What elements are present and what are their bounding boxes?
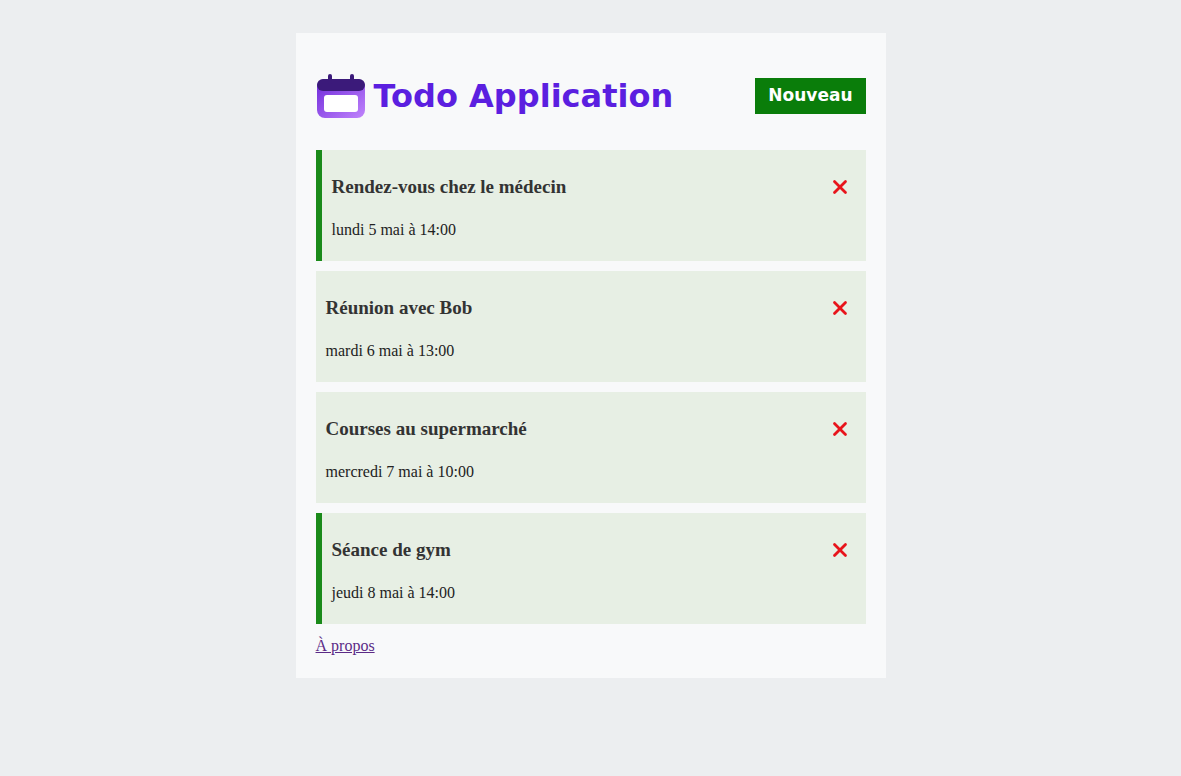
header: Todo Application Nouveau (316, 73, 866, 119)
delete-button[interactable] (828, 175, 852, 199)
delete-x-icon (829, 539, 851, 561)
delete-button[interactable] (828, 417, 852, 441)
todo-item[interactable]: Séance de gym jeudi 8 mai à 14:00 (316, 513, 866, 624)
app-title: Todo Application (374, 76, 674, 116)
delete-x-icon (829, 297, 851, 319)
delete-button[interactable] (828, 538, 852, 562)
delete-x-icon (829, 418, 851, 440)
todo-title: Rendez-vous chez le médecin (332, 172, 567, 202)
delete-x-icon (829, 176, 851, 198)
todo-card: Todo Application Nouveau Rendez-vous chez … (296, 33, 886, 678)
calendar-logo-icon (316, 73, 366, 119)
todo-title: Réunion avec Bob (326, 293, 473, 323)
about-link[interactable]: À propos (316, 636, 375, 656)
todo-date: mardi 6 mai à 13:00 (326, 339, 852, 363)
todo-date: mercredi 7 mai à 10:00 (326, 460, 852, 484)
page: Todo Application Nouveau Rendez-vous chez … (0, 0, 1181, 776)
todo-title: Séance de gym (332, 535, 451, 565)
todo-title: Courses au supermarché (326, 414, 527, 444)
delete-button[interactable] (828, 296, 852, 320)
todo-item[interactable]: Réunion avec Bob mardi 6 mai à 13:00 (316, 271, 866, 382)
new-button[interactable]: Nouveau (755, 78, 865, 114)
todo-list: Rendez-vous chez le médecin lundi 5 mai à… (316, 150, 866, 624)
todo-date: lundi 5 mai à 14:00 (332, 218, 852, 242)
todo-item[interactable]: Rendez-vous chez le médecin lundi 5 mai à… (316, 150, 866, 261)
todo-date: jeudi 8 mai à 14:00 (332, 581, 852, 605)
todo-item[interactable]: Courses au supermarché mercredi 7 mai à 1… (316, 392, 866, 503)
